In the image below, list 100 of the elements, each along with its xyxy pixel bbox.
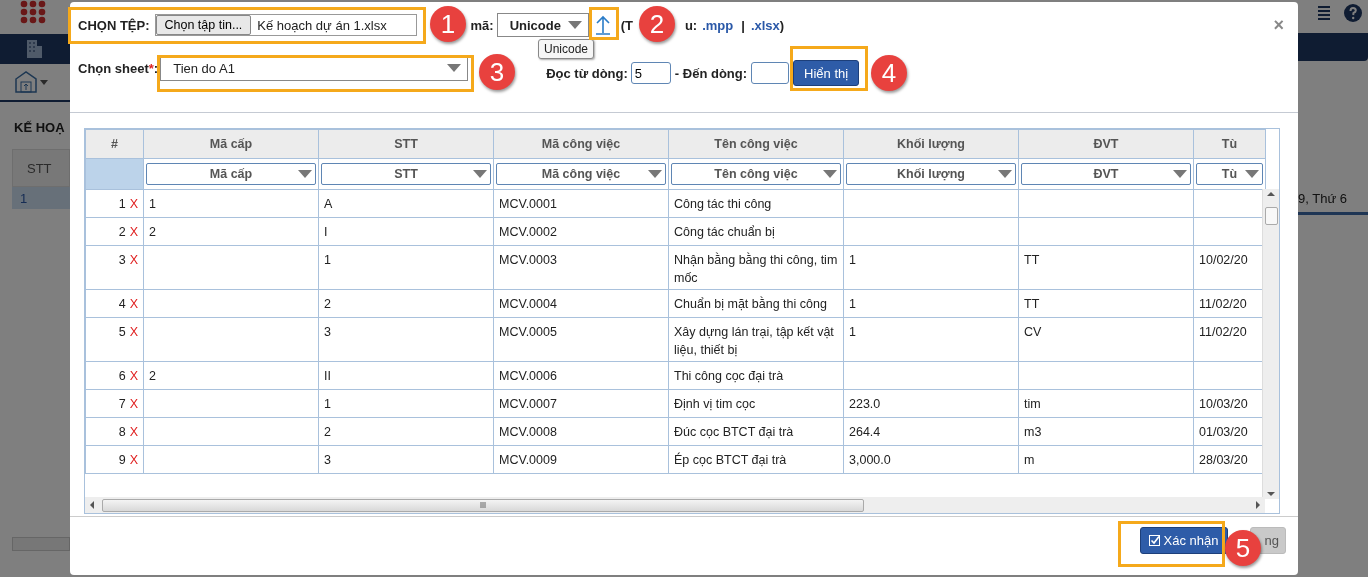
table-cell: MCV.0005 [493, 317, 669, 362]
table-cell: 1 [318, 245, 494, 290]
delete-row-button[interactable]: X [129, 369, 138, 383]
close-button[interactable]: × [1273, 14, 1284, 36]
table-cell: 223.0 [843, 389, 1019, 418]
sheet-label: Chọn sheet*: [78, 60, 159, 76]
page-title: KẾ HOẠ [13, 119, 66, 135]
format-note: (T [620, 17, 633, 33]
table-cell: II [318, 361, 494, 390]
table-cell: MCV.0002 [493, 217, 669, 246]
table-cell: 2 [318, 289, 494, 318]
table-cell: A [318, 189, 494, 218]
table-cell: MCV.0001 [493, 189, 669, 218]
filter-dropdown[interactable]: Mã cấp [146, 163, 316, 185]
delete-row-button[interactable]: X [129, 453, 138, 467]
help-icon[interactable] [1344, 4, 1362, 22]
format-link[interactable]: .mpp [702, 17, 734, 33]
choose-file-button[interactable]: Chọn tập tin... [155, 15, 252, 35]
filter-dropdown[interactable]: Mã công việc [496, 163, 666, 185]
table-cell: m3 [1018, 417, 1194, 446]
list-icon[interactable] [1316, 4, 1332, 22]
show-button[interactable]: Hiển thị [793, 60, 860, 86]
table-cell: CV [1018, 317, 1194, 362]
delete-row-button[interactable]: X [129, 397, 138, 411]
table-cell: 264.4 [843, 417, 1019, 446]
table-cell: 2 [143, 217, 319, 246]
table-cell: Đúc cọc BTCT đại trà [668, 417, 844, 446]
caret-icon [473, 170, 487, 178]
row-number: 6 [118, 369, 126, 383]
table-cell: MCV.0003 [493, 245, 669, 290]
filter-dropdown[interactable]: Khối lượng [846, 163, 1016, 185]
table-cell: 1 [843, 289, 1019, 318]
table-cell: 3 [318, 445, 494, 474]
table-cell: m [1018, 445, 1194, 474]
row-number: 4 [118, 297, 126, 311]
separator: | [741, 17, 745, 33]
delete-row-button[interactable]: X [129, 325, 138, 339]
table-cell: Nhận bằng bằng thi công, tim mốc [668, 245, 844, 290]
caret-icon [447, 64, 462, 72]
delete-row-button[interactable]: X [129, 253, 138, 267]
file-label: CHỌN TỆP: [78, 17, 150, 33]
confirm-button[interactable]: Xác nhận [1139, 527, 1228, 554]
table-cell: 3 [318, 317, 494, 362]
format-note: u: [684, 17, 698, 33]
scrollbar-thumb[interactable] [1265, 207, 1278, 225]
sheet-select[interactable]: Tien do A1 [160, 55, 469, 81]
navigation-bar [1298, 33, 1368, 61]
table-cell: MCV.0004 [493, 289, 669, 318]
file-name: Kế hoạch dự án 1.xlsx [257, 17, 387, 33]
from-row-label: Đọc từ dòng: [546, 65, 628, 81]
column-header: Tên công việc [668, 129, 844, 159]
table-cell: 1 [843, 317, 1019, 362]
to-row-label: - Đến dòng: [674, 65, 748, 81]
column-header: STT [12, 149, 70, 187]
column-header: Khối lượng [843, 129, 1019, 159]
delete-row-button[interactable]: X [129, 225, 138, 239]
caret-icon[interactable] [40, 79, 48, 85]
row-number: 2 [118, 225, 126, 239]
delete-row-button[interactable]: X [129, 197, 138, 211]
table-cell: 1 [318, 389, 494, 418]
delete-row-button[interactable]: X [129, 425, 138, 439]
table-cell: Thi công cọc đại trà [668, 361, 844, 390]
table-cell: Công tác chuẩn bị [668, 217, 844, 246]
table-cell: 2 [143, 361, 319, 390]
filter-dropdown[interactable]: Tên công việc [671, 163, 841, 185]
file-input[interactable]: Chọn tập tin... Kế hoạch dự án 1.xlsx [154, 14, 417, 36]
from-row-field[interactable]: 5 [630, 62, 671, 84]
horizontal-scrollbar[interactable] [12, 537, 70, 551]
vertical-scrollbar[interactable] [1262, 189, 1279, 499]
to-row-field[interactable] [751, 62, 790, 84]
column-header: # [85, 129, 144, 159]
grip-icon [478, 500, 488, 510]
filter-dropdown[interactable]: STT [321, 163, 491, 185]
tooltip: Unicode [538, 39, 595, 59]
table-cell: tim [1018, 389, 1194, 418]
delete-row-button[interactable]: X [129, 297, 138, 311]
row-number: 7 [118, 397, 126, 411]
table-cell: MCV.0008 [493, 417, 669, 446]
row-number: 3 [118, 253, 126, 267]
upload-icon[interactable] [593, 14, 612, 36]
row-number: 9 [118, 453, 126, 467]
caret-icon [648, 170, 662, 178]
caret-icon [567, 21, 582, 29]
encoding-select[interactable]: Unicode [496, 13, 589, 37]
column-header: ĐVT [1018, 129, 1194, 159]
scrollbar-thumb[interactable] [102, 499, 864, 512]
highlight-frame [589, 7, 619, 40]
filter-dropdown[interactable]: Tù [1196, 163, 1263, 185]
table-cell: I [318, 217, 494, 246]
format-link[interactable]: .xlsx [750, 17, 780, 33]
table-cell: TT [1018, 289, 1194, 318]
caret-icon [1173, 170, 1187, 178]
row-number: 5 [118, 325, 126, 339]
caret-icon [298, 170, 312, 178]
warehouse-icon[interactable] [14, 70, 38, 94]
horizontal-scrollbar[interactable] [85, 497, 1265, 513]
table-cell: Công tác thi công [668, 189, 844, 218]
caret-icon [823, 170, 837, 178]
checkbox-icon [1148, 535, 1160, 546]
filter-dropdown[interactable]: ĐVT [1021, 163, 1191, 185]
